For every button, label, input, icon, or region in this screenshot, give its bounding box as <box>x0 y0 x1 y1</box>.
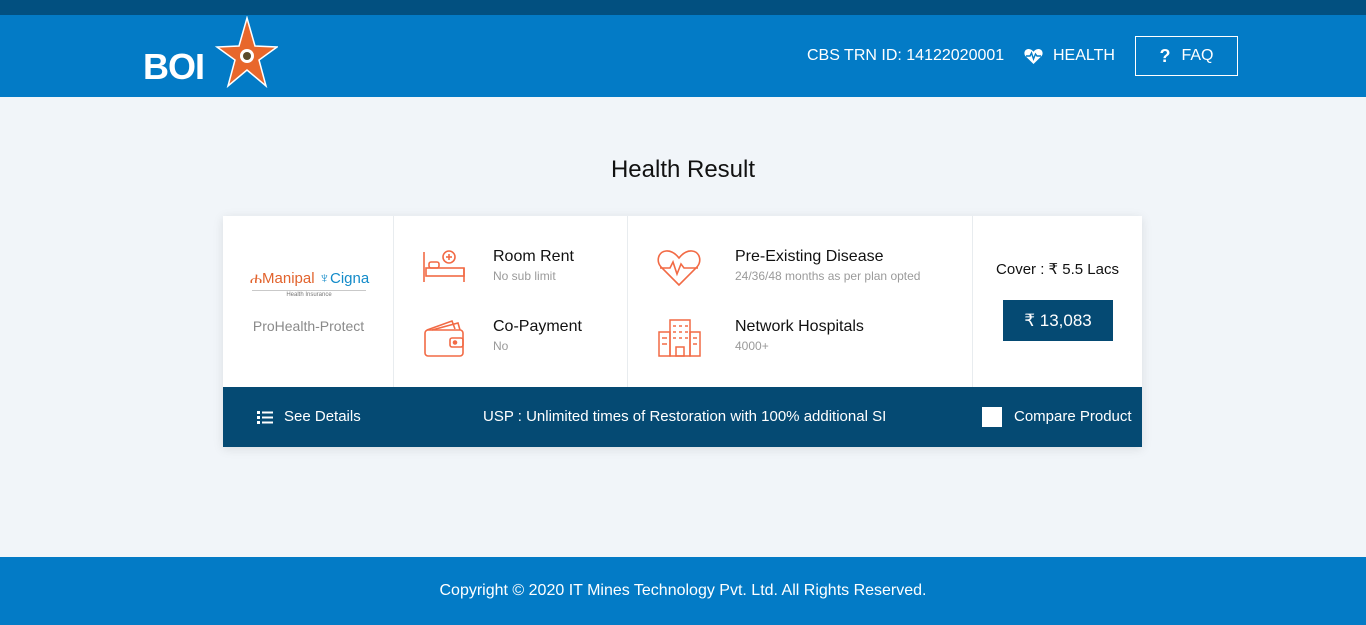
heart-pulse-icon <box>1024 48 1043 64</box>
star-logo-icon <box>214 16 278 88</box>
compare-label: Compare Product <box>1014 408 1132 425</box>
manipal-symbol-icon: ሐ <box>250 270 263 287</box>
bed-icon <box>423 250 465 282</box>
nav-health-label: HEALTH <box>1053 47 1115 64</box>
insurer-brand-b: Cigna <box>330 270 370 287</box>
feature-room-rent: Room Rent No sub limit <box>422 248 622 288</box>
see-details-label: See Details <box>284 408 361 425</box>
plan-name: ProHealth-Protect <box>252 318 365 334</box>
top-strip <box>0 0 1366 15</box>
logo-divider <box>252 290 366 291</box>
usp-text: USP : Unlimited times of Restoration wit… <box>483 408 887 425</box>
feature-pre-existing-disease: Pre-Existing Disease 24/36/48 months as … <box>656 248 956 288</box>
result-footer-bar: See Details USP : Unlimited times of Res… <box>223 387 1142 447</box>
tree-icon: ♆ <box>318 270 330 287</box>
header: BOI CBS TRN ID: 14122020001 HEALTH ? FAQ <box>0 15 1366 97</box>
feature-co-payment: Co-Payment No <box>422 318 622 358</box>
cover-amount: Cover : ₹ 5.5 Lacs <box>996 261 1119 278</box>
feature-title: Pre-Existing Disease <box>735 248 884 265</box>
feature-value: 24/36/48 months as per plan opted <box>735 269 921 283</box>
feature-title: Network Hospitals <box>735 318 864 335</box>
nav-health[interactable]: HEALTH <box>1024 46 1115 66</box>
price-column: Cover : ₹ 5.5 Lacs ₹ 13,083 <box>973 216 1142 387</box>
feature-title: Room Rent <box>493 248 574 265</box>
feature-value: No <box>493 339 509 353</box>
features-column-1: Room Rent No sub limit Co-Payment No <box>394 216 628 387</box>
insurer-column: ሐManipal ♆Cigna Health Insurance ProHeal… <box>223 216 394 387</box>
insurer-brand-a: Manipal <box>262 270 315 287</box>
question-icon: ? <box>1159 45 1171 66</box>
compare-product[interactable]: Compare Product <box>982 407 1132 427</box>
hospital-icon <box>658 319 701 357</box>
feature-value: No sub limit <box>493 269 556 283</box>
feature-value: 4000+ <box>735 339 769 353</box>
logo-text: BOI <box>143 46 205 87</box>
insurer-logo: ሐManipal ♆Cigna Health Insurance <box>250 270 370 300</box>
features-column-2: Pre-Existing Disease 24/36/48 months as … <box>628 216 973 387</box>
cbs-trn-id: CBS TRN ID: 14122020001 <box>807 47 1005 64</box>
wallet-icon <box>424 319 464 357</box>
faq-label: FAQ <box>1181 47 1214 64</box>
list-icon <box>257 410 273 424</box>
compare-checkbox[interactable] <box>982 407 1002 427</box>
insurer-sub: Health Insurance <box>286 292 332 298</box>
heart-pulse-icon <box>657 250 701 287</box>
feature-title: Co-Payment <box>493 318 582 335</box>
footer: Copyright © 2020 IT Mines Technology Pvt… <box>0 557 1366 625</box>
page-title: Health Result <box>610 156 756 183</box>
faq-button[interactable]: ? FAQ <box>1135 36 1238 76</box>
boi-logo[interactable]: BOI <box>142 16 282 88</box>
feature-network-hospitals: Network Hospitals 4000+ <box>656 318 956 358</box>
see-details-link[interactable]: See Details <box>257 408 361 426</box>
premium-button[interactable]: ₹ 13,083 <box>1003 300 1113 341</box>
result-card: ሐManipal ♆Cigna Health Insurance ProHeal… <box>223 216 1142 447</box>
copyright-text: Copyright © 2020 IT Mines Technology Pvt… <box>439 582 927 599</box>
